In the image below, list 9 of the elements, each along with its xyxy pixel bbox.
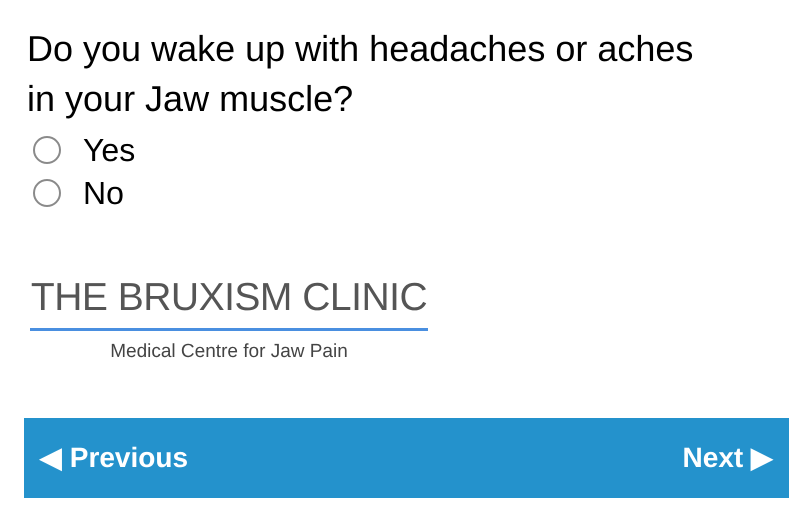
radio-button[interactable] [33, 178, 61, 206]
question-text: Do you wake up with headaches or aches in your Jaw muscle? [27, 27, 694, 121]
option-label: No [83, 174, 124, 212]
logo-subtitle: Medical Centre for Jaw Pain [110, 340, 348, 364]
next-button[interactable]: Next ▶ [682, 437, 773, 479]
radio-button[interactable] [33, 136, 61, 164]
option-label: Yes [83, 130, 136, 170]
previous-button[interactable]: ◀ Previous [40, 437, 188, 479]
logo-title: THE BRUXISM CLINIC [30, 276, 428, 320]
